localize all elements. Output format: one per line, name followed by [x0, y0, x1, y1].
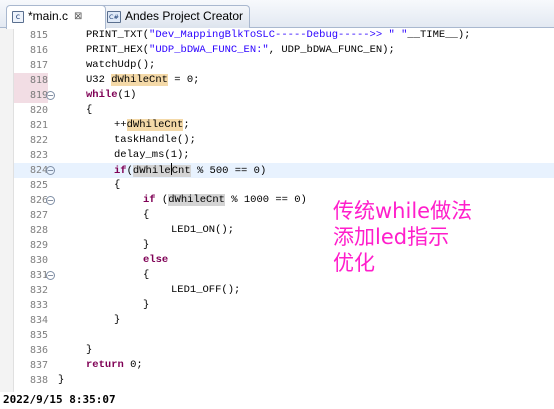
- code-text[interactable]: PRINT_TXT("Dev_MappingBlkToSLC-----Debug…: [86, 28, 470, 43]
- tab-label: Andes Project Creator: [125, 9, 244, 23]
- line-number: 823: [29, 150, 48, 161]
- code-line: 837 return 0;: [0, 358, 554, 373]
- code-line: 818 U32 dWhileCnt = 0;: [0, 73, 554, 88]
- code-line: 823 delay_ms(1);: [0, 148, 554, 163]
- line-number: 819: [14, 88, 48, 103]
- line-number: 830: [29, 255, 48, 266]
- code-text[interactable]: else: [143, 253, 168, 268]
- c-file-icon: C#: [107, 11, 121, 23]
- line-number: 820: [29, 105, 48, 116]
- line-number: 816: [29, 45, 48, 56]
- line-number: 837: [29, 360, 48, 371]
- occurrence-highlight: dWhileCnt: [132, 163, 191, 177]
- fold-toggle-icon[interactable]: −: [46, 91, 55, 100]
- line-number: 838: [29, 375, 48, 386]
- c-file-icon: c: [12, 11, 24, 23]
- line-number: 825: [29, 180, 48, 191]
- code-editor[interactable]: 815 PRINT_TXT("Dev_MappingBlkToSLC-----D…: [0, 28, 554, 392]
- line-number: 817: [29, 60, 48, 71]
- fold-toggle-icon[interactable]: −: [46, 271, 55, 280]
- code-line: 825 {: [0, 178, 554, 193]
- fold-toggle-icon[interactable]: −: [46, 166, 55, 175]
- code-text[interactable]: return 0;: [86, 358, 143, 373]
- line-number: 832: [29, 285, 48, 296]
- code-text[interactable]: if(dWhileCnt % 500 == 0): [114, 163, 266, 179]
- line-number: 831: [29, 270, 48, 281]
- code-text[interactable]: {: [143, 268, 149, 283]
- code-line: 838 }: [0, 373, 554, 388]
- occurrence-highlight: dWhileCnt: [111, 74, 168, 86]
- code-text[interactable]: }: [143, 298, 149, 313]
- line-number: 828: [29, 225, 48, 236]
- code-text[interactable]: LED1_ON();: [171, 223, 234, 238]
- code-line: 820 {: [0, 103, 554, 118]
- code-line: 832 LED1_OFF();: [0, 283, 554, 298]
- line-number: 824: [29, 165, 48, 176]
- code-line: 819 − while(1): [0, 88, 554, 103]
- occurrence-highlight: dWhileCnt: [126, 119, 184, 131]
- tab-label: *main.c: [28, 9, 69, 23]
- line-number: 815: [29, 30, 48, 41]
- code-text[interactable]: LED1_OFF();: [171, 283, 240, 298]
- code-text[interactable]: }: [86, 343, 92, 358]
- line-number: 836: [29, 345, 48, 356]
- line-number: 834: [29, 315, 48, 326]
- line-number: 822: [29, 135, 48, 146]
- close-icon[interactable]: ⊠: [74, 6, 82, 27]
- tab-andes-project-creator[interactable]: C# Andes Project Creator: [98, 5, 250, 28]
- code-line-current: 824 − if(dWhileCnt % 500 == 0): [0, 163, 554, 178]
- code-text[interactable]: PRINT_HEX("UDP_bDWA_FUNC_EN:", UDP_bDWA_…: [86, 43, 395, 58]
- line-number: 833: [29, 300, 48, 311]
- code-text[interactable]: ++dWhileCnt;: [114, 118, 190, 133]
- code-text[interactable]: {: [86, 103, 92, 118]
- tab-main-c[interactable]: c *main.c ⊠: [6, 5, 106, 29]
- code-text[interactable]: delay_ms(1);: [114, 148, 190, 163]
- handwritten-annotation: 传统while做法 添加led指示 优化: [333, 198, 472, 276]
- line-number: 821: [29, 120, 48, 131]
- annotation-line: 传统while做法: [333, 199, 473, 223]
- line-number: 835: [29, 330, 48, 341]
- editor-tab-bar: C# Andes Project Creator c *main.c ⊠: [0, 0, 554, 29]
- code-text[interactable]: U32 dWhileCnt = 0;: [86, 73, 199, 88]
- code-text[interactable]: }: [114, 313, 120, 328]
- code-line: 815 PRINT_TXT("Dev_MappingBlkToSLC-----D…: [0, 28, 554, 43]
- screenshot-timestamp: 2022/9/15 8:35:07: [3, 393, 116, 406]
- code-text[interactable]: taskHandle();: [114, 133, 196, 148]
- code-text[interactable]: }: [143, 238, 149, 253]
- code-line: 833 }: [0, 298, 554, 313]
- code-line: 834 }: [0, 313, 554, 328]
- annotation-line: 优化: [333, 251, 375, 275]
- code-line: 821 ++dWhileCnt;: [0, 118, 554, 133]
- occurrence-highlight: dWhileCnt: [168, 194, 225, 206]
- code-line: 835: [0, 328, 554, 343]
- code-text[interactable]: while(1): [86, 88, 136, 103]
- line-number: 826: [29, 195, 48, 206]
- line-number: 827: [29, 210, 48, 221]
- fold-toggle-icon[interactable]: −: [46, 196, 55, 205]
- code-text[interactable]: {: [143, 208, 149, 223]
- code-text[interactable]: if (dWhileCnt % 1000 == 0): [143, 193, 307, 208]
- code-text[interactable]: {: [114, 178, 120, 193]
- code-line: 836 }: [0, 343, 554, 358]
- annotation-line: 添加led指示: [333, 225, 450, 249]
- line-number: 829: [29, 240, 48, 251]
- code-line: 817 watchUdp();: [0, 58, 554, 73]
- line-number: 818: [14, 73, 48, 88]
- code-text[interactable]: watchUdp();: [86, 58, 155, 73]
- code-line: 822 taskHandle();: [0, 133, 554, 148]
- code-line: 816 PRINT_HEX("UDP_bDWA_FUNC_EN:", UDP_b…: [0, 43, 554, 58]
- code-text[interactable]: }: [58, 373, 64, 388]
